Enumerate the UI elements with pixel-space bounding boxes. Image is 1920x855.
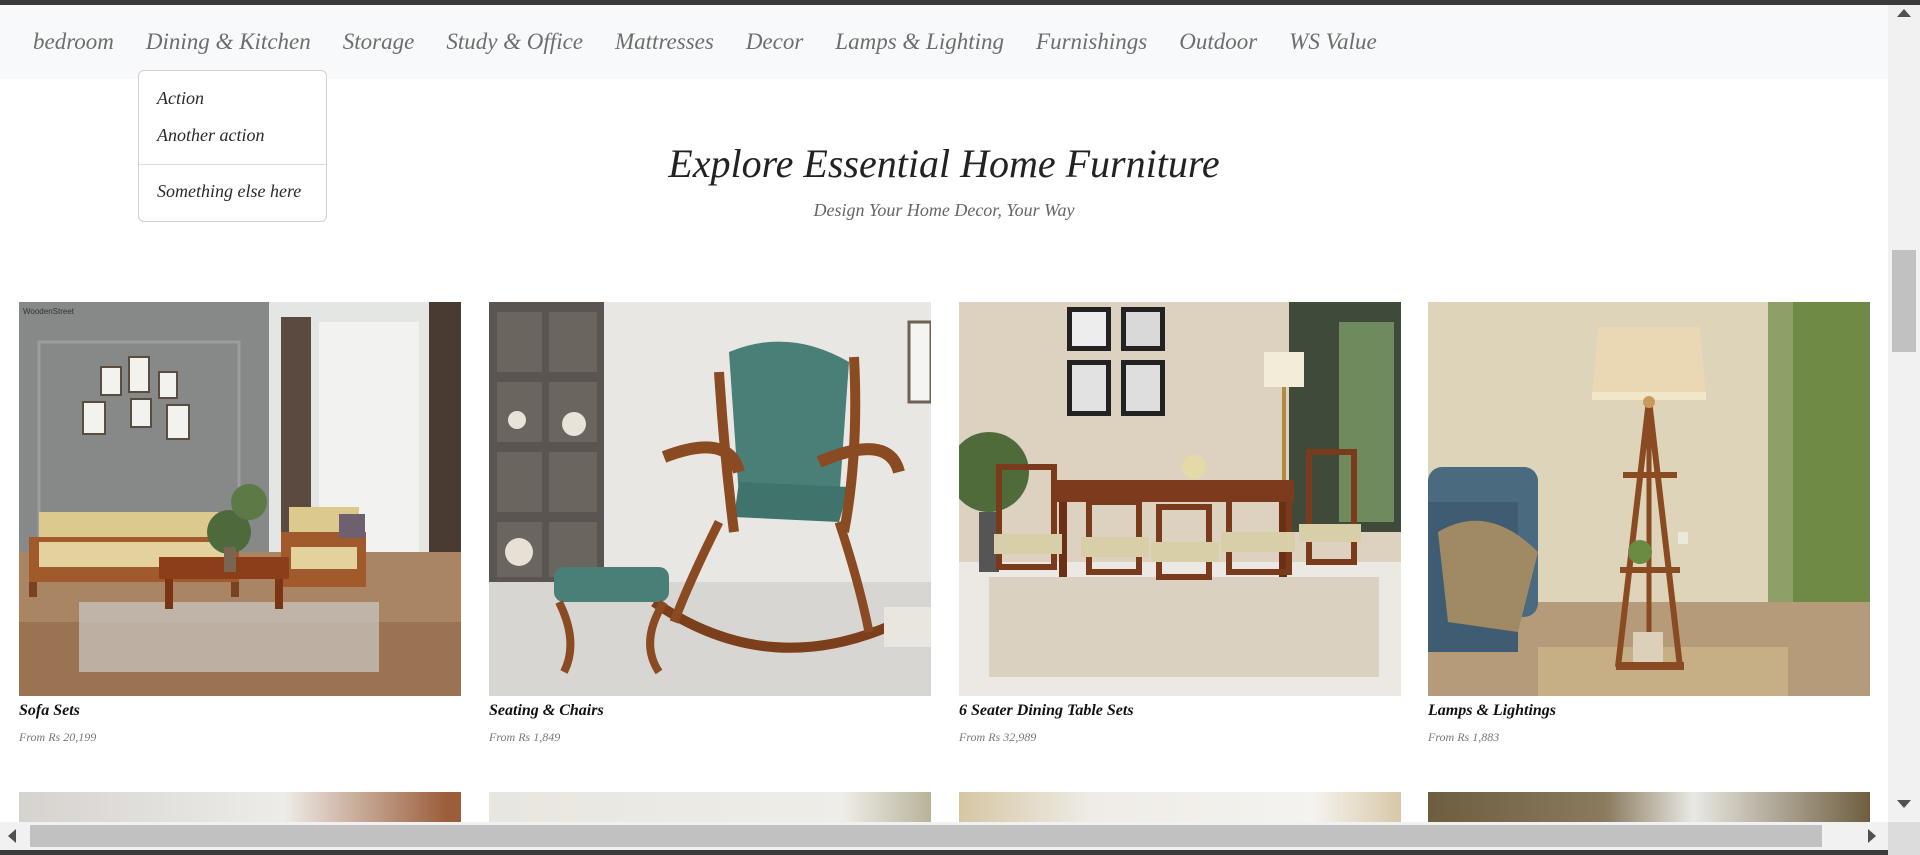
nav-item-dining-kitchen[interactable]: Dining & Kitchen — [130, 29, 327, 55]
product-price: From Rs 20,199 — [19, 730, 97, 744]
product-price: From Rs 1,883 — [1428, 730, 1500, 744]
nav-item-decor[interactable]: Decor — [730, 29, 819, 55]
watermark-logo: WoodenStreet — [23, 307, 75, 316]
vertical-scrollbar[interactable] — [1888, 5, 1920, 825]
category-navbar: bedroom Dining & Kitchen Storage Study &… — [0, 5, 1888, 79]
product-card-partial-4[interactable] — [1428, 792, 1870, 822]
product-name[interactable]: Sofa Sets — [19, 702, 80, 720]
sofa-sets-image[interactable]: WoodenStreet — [19, 302, 461, 696]
nav-item-storage[interactable]: Storage — [327, 29, 431, 55]
product-card-partial-2[interactable] — [489, 792, 931, 822]
product-card-seating-chairs[interactable]: Seating & Chairs From Rs 1,849 — [489, 302, 931, 744]
dropdown-item-action[interactable]: Action — [157, 88, 204, 109]
horizontal-scrollbar-thumb[interactable] — [30, 825, 1822, 847]
scroll-up-arrow-icon[interactable] — [1897, 9, 1911, 17]
window-bottom-border — [0, 850, 1888, 855]
product-card-partial-1[interactable] — [19, 792, 461, 822]
product-card-dining-table-sets[interactable]: 6 Seater Dining Table Sets From Rs 32,98… — [959, 302, 1401, 744]
seating-chairs-image[interactable] — [489, 302, 931, 696]
product-card-partial-3[interactable] — [959, 792, 1401, 822]
product-name[interactable]: Seating & Chairs — [489, 702, 604, 720]
scroll-right-arrow-icon[interactable] — [1868, 829, 1876, 843]
dropdown-item-another-action[interactable]: Another action — [157, 125, 264, 146]
nav-item-outdoor[interactable]: Outdoor — [1163, 29, 1273, 55]
dropdown-item-something-else[interactable]: Something else here — [157, 181, 301, 202]
nav-item-lamps-lighting[interactable]: Lamps & Lighting — [819, 29, 1020, 55]
scroll-down-arrow-icon[interactable] — [1897, 800, 1911, 808]
nav-item-study-office[interactable]: Study & Office — [430, 29, 599, 55]
product-name[interactable]: Lamps & Lightings — [1428, 702, 1556, 720]
nav-item-bedroom[interactable]: bedroom — [17, 29, 130, 55]
product-name[interactable]: 6 Seater Dining Table Sets — [959, 702, 1134, 720]
vertical-scrollbar-thumb[interactable] — [1892, 250, 1916, 352]
product-price: From Rs 1,849 — [489, 730, 561, 744]
scroll-left-arrow-icon[interactable] — [8, 829, 16, 843]
dropdown-divider — [139, 164, 326, 165]
scrollbar-corner — [1888, 822, 1920, 855]
dining-table-sets-image[interactable] — [959, 302, 1401, 696]
nav-item-furnishings[interactable]: Furnishings — [1020, 29, 1163, 55]
product-price: From Rs 32,989 — [959, 730, 1037, 744]
product-card-lamps-lightings[interactable]: Lamps & Lightings From Rs 1,883 — [1428, 302, 1870, 744]
product-card-sofa-sets[interactable]: WoodenStreet Sofa Sets From Rs 20,199 — [19, 302, 461, 744]
nav-item-mattresses[interactable]: Mattresses — [599, 29, 730, 55]
nav-item-ws-value[interactable]: WS Value — [1273, 29, 1393, 55]
lamps-lightings-image[interactable] — [1428, 302, 1870, 696]
dining-kitchen-dropdown-menu: Action Another action Something else her… — [138, 70, 327, 222]
